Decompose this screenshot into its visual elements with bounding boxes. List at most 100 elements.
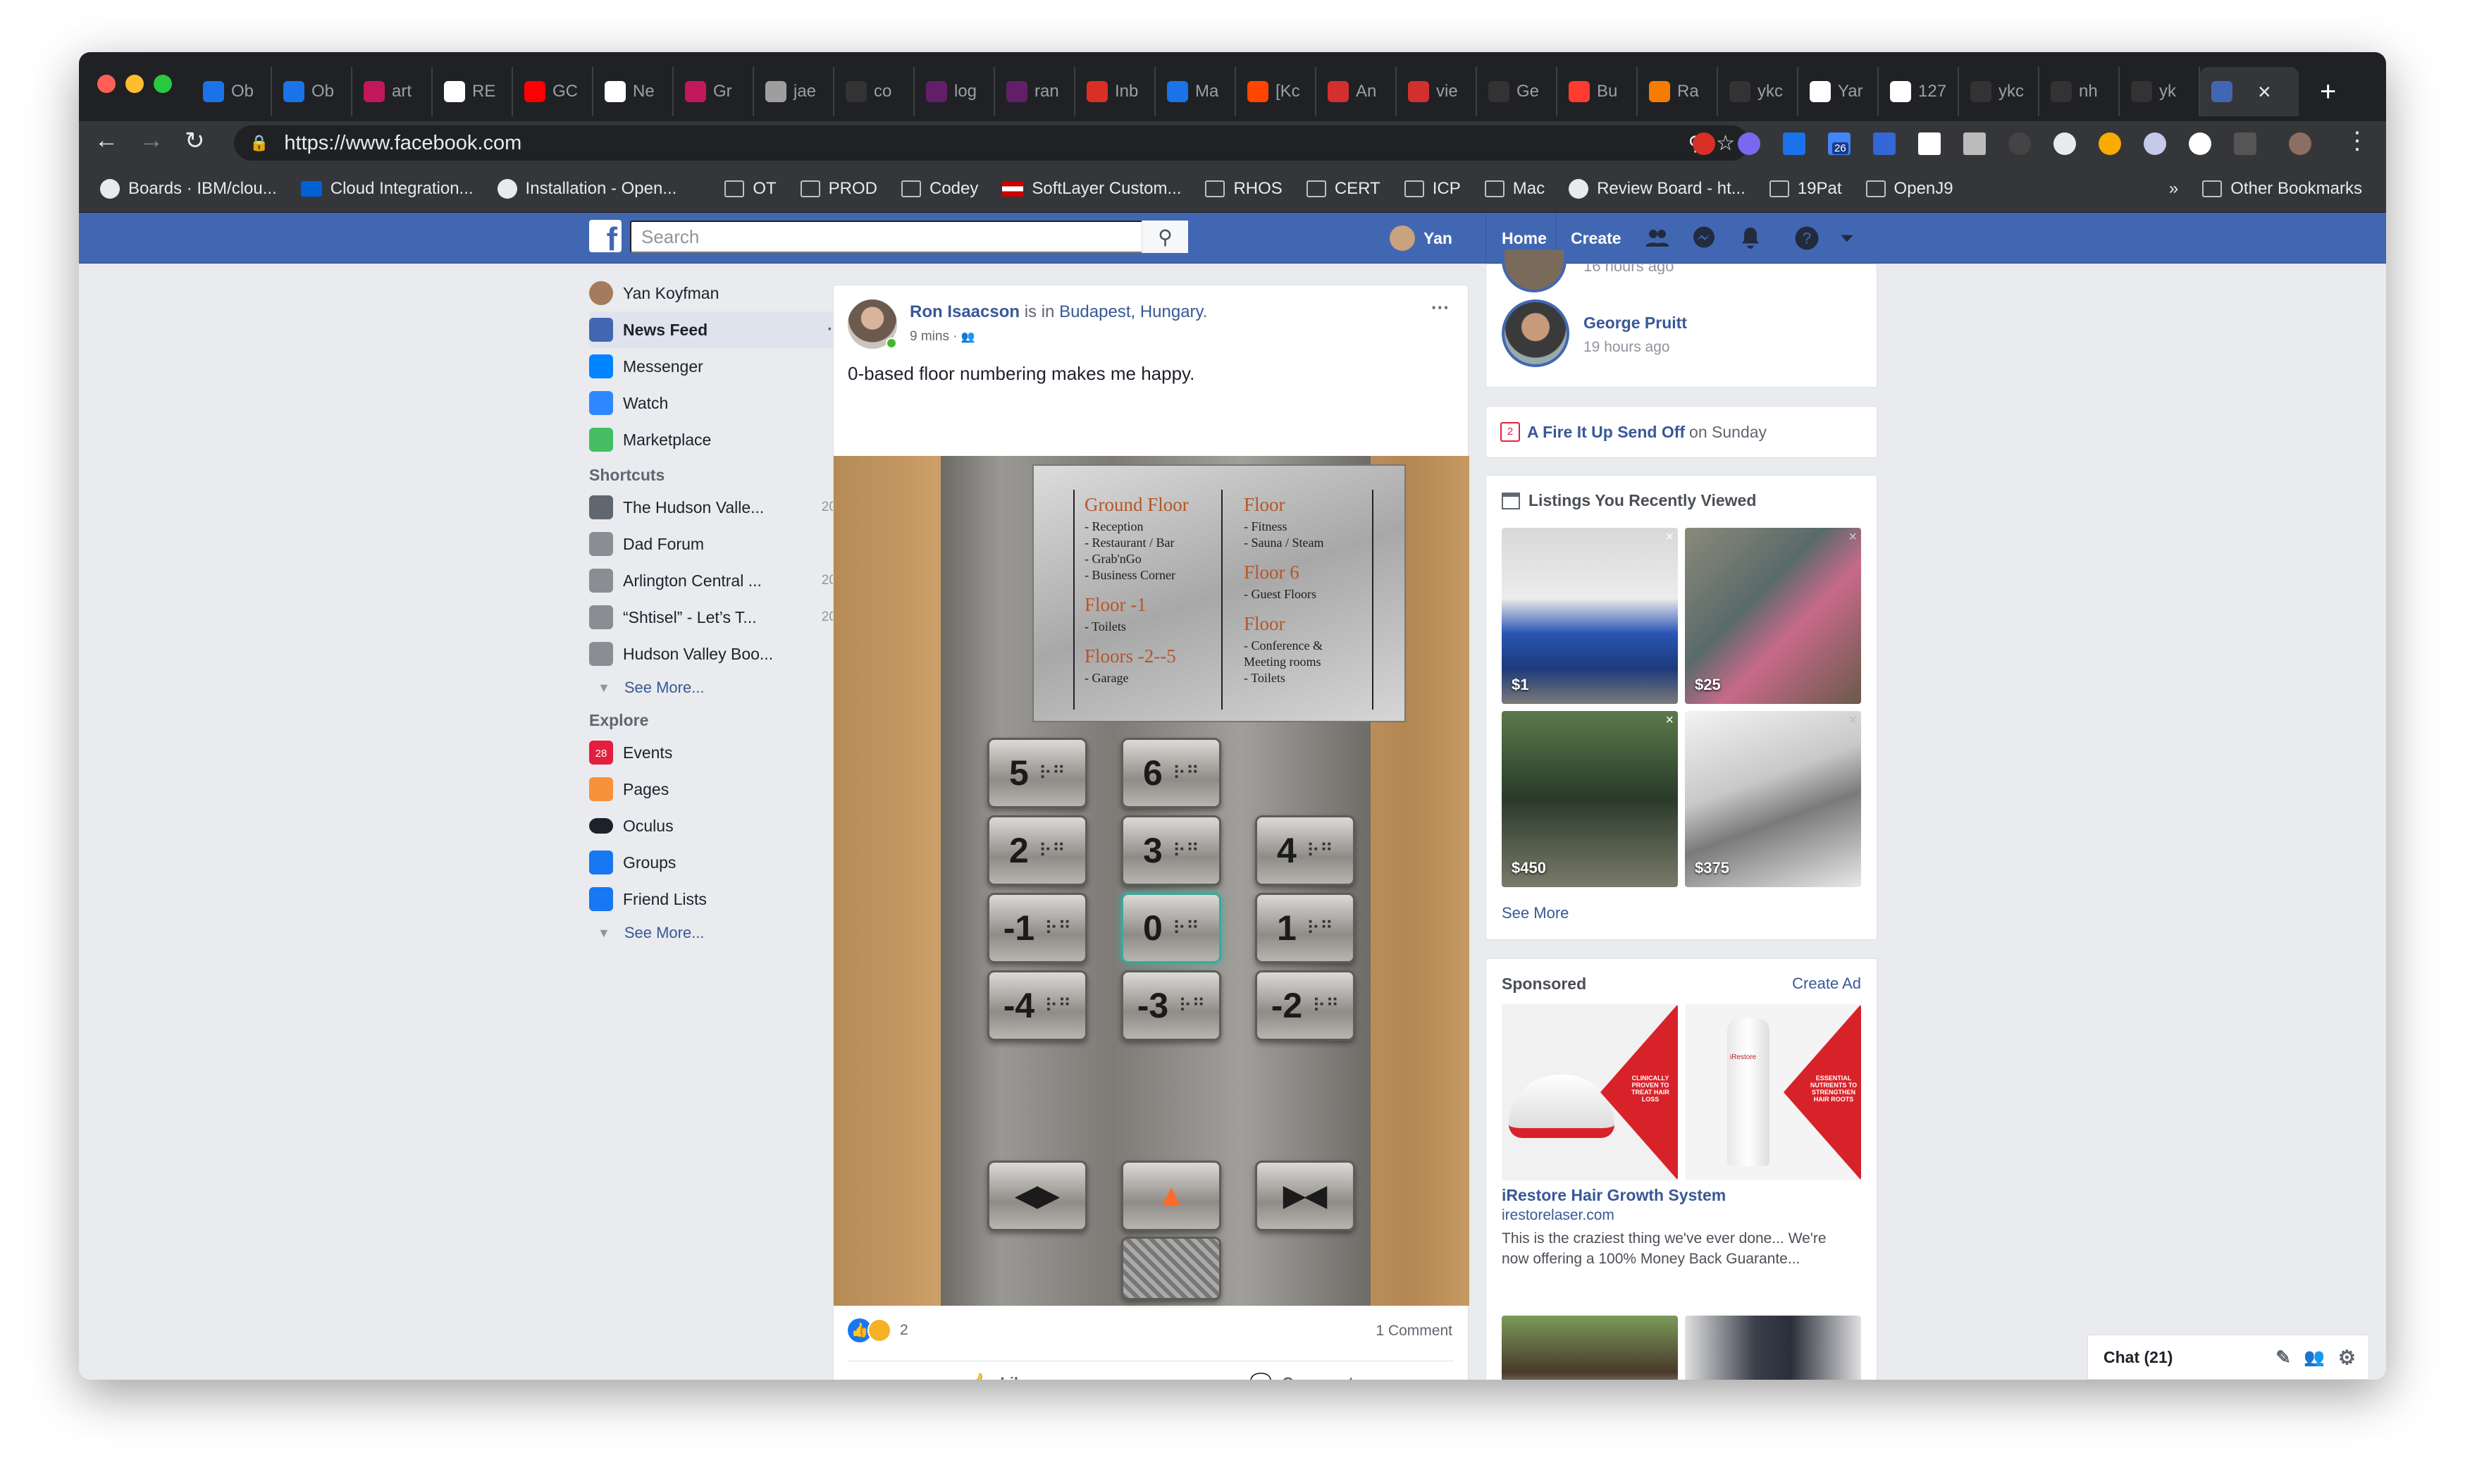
event-name[interactable]: A Fire It Up Send Off: [1527, 423, 1685, 442]
browser-tab[interactable]: Ge: [1477, 67, 1557, 116]
explore-see-more[interactable]: ▼ See More...: [589, 917, 850, 948]
gear-icon[interactable]: ⚙: [2338, 1346, 2356, 1369]
sidebar-item-messenger[interactable]: Messenger: [589, 348, 850, 385]
extension-icon[interactable]: [2189, 132, 2211, 155]
listing-tile[interactable]: $25 ×: [1685, 528, 1861, 704]
browser-tab[interactable]: 127: [1879, 67, 1959, 116]
url-text[interactable]: https://www.facebook.com: [284, 132, 521, 155]
post-place-link[interactable]: Budapest, Hungary: [1059, 302, 1203, 321]
search-icon[interactable]: ⚲: [1142, 221, 1188, 253]
browser-tab[interactable]: Ma: [1156, 67, 1236, 116]
friend-avatar[interactable]: [1502, 250, 1567, 292]
sidebar-item-oculus[interactable]: Oculus: [589, 808, 850, 844]
browser-tab[interactable]: ran: [995, 67, 1075, 116]
browser-tab[interactable]: Yar: [1798, 67, 1879, 116]
browser-tab[interactable]: An: [1316, 67, 1397, 116]
close-icon[interactable]: ×: [1665, 529, 1674, 545]
extension-icon[interactable]: [2234, 132, 2256, 155]
sidebar-item-shortcut[interactable]: Arlington Central ...20+: [589, 562, 850, 599]
event-card[interactable]: 2 A Fire It Up Send Off on Sunday: [1485, 406, 1877, 458]
bookmark-item[interactable]: Review Board - ht...: [1569, 178, 1746, 199]
browser-tab[interactable]: Bu: [1557, 67, 1638, 116]
friend-avatar[interactable]: [1502, 299, 1569, 367]
post-menu-icon[interactable]: ···: [1431, 297, 1450, 319]
ad-image[interactable]: iRestore ESSENTIAL NUTRIENTS TO STRENGTH…: [1685, 1004, 1861, 1180]
close-icon[interactable]: ×: [1665, 712, 1674, 729]
friend-requests-icon[interactable]: [1645, 225, 1670, 251]
comment-button[interactable]: 💬 Comment: [1249, 1372, 1354, 1380]
search-input[interactable]: [630, 221, 1188, 253]
notifications-icon[interactable]: [1738, 225, 1763, 251]
sidebar-item-news-feed[interactable]: News Feed···: [589, 311, 850, 348]
sidebar-item-shortcut[interactable]: The Hudson Valle...20+: [589, 489, 850, 526]
browser-tab[interactable]: GC: [513, 67, 593, 116]
bookmark-item[interactable]: PROD: [800, 179, 877, 199]
bookmark-star-icon[interactable]: ☆: [1716, 131, 1735, 156]
shortcuts-see-more[interactable]: ▼ See More...: [589, 672, 850, 703]
bookmark-item[interactable]: Codey: [901, 179, 978, 199]
extension-icon[interactable]: [1873, 132, 1896, 155]
close-window-button[interactable]: [97, 75, 116, 93]
ad-image[interactable]: [1685, 1316, 1861, 1380]
browser-tab[interactable]: Ne: [593, 67, 674, 116]
profile-avatar[interactable]: [2289, 132, 2311, 155]
listing-tile[interactable]: $450 ×: [1502, 711, 1678, 887]
sidebar-item-events[interactable]: 28Events2: [589, 734, 850, 771]
forward-icon[interactable]: →: [140, 127, 163, 154]
post-author-link[interactable]: Ron Isaacson: [910, 302, 1020, 321]
listings-see-more[interactable]: See More: [1502, 904, 1569, 922]
reload-icon[interactable]: ↻: [185, 127, 205, 155]
zoom-window-button[interactable]: [154, 75, 172, 93]
browser-tab[interactable]: nh: [2039, 67, 2120, 116]
ad-url[interactable]: irestorelaser.com: [1502, 1207, 1614, 1224]
bookmark-item[interactable]: ICP: [1404, 179, 1461, 199]
ad-image[interactable]: CLINICALLY PROVEN TO TREAT HAIR LOSS: [1502, 1004, 1678, 1180]
browser-tab[interactable]: ykc: [1959, 67, 2039, 116]
like-button[interactable]: 👍 Like: [968, 1372, 1031, 1380]
bookmark-item[interactable]: Mac: [1484, 179, 1545, 199]
bookmark-item[interactable]: Installation - Open...: [497, 178, 677, 199]
extension-icon[interactable]: [1693, 132, 1715, 155]
bookmark-item[interactable]: RHOS: [1205, 179, 1283, 199]
more-menu-icon[interactable]: ⋮: [2345, 127, 2369, 155]
compose-icon[interactable]: ✎: [2275, 1347, 2291, 1368]
bookmark-item[interactable]: SoftLayer Custom...: [1002, 179, 1181, 199]
minimize-window-button[interactable]: [125, 75, 144, 93]
extension-icon[interactable]: 26: [1828, 132, 1851, 155]
browser-tab[interactable]: [Kc: [1236, 67, 1316, 116]
post-time[interactable]: 9 mins ·: [910, 329, 958, 344]
account-menu-icon[interactable]: [1838, 225, 1856, 251]
browser-tab[interactable]: ykc: [1718, 67, 1798, 116]
browser-tab[interactable]: vie: [1397, 67, 1477, 116]
messenger-icon[interactable]: [1691, 225, 1717, 251]
ad-image[interactable]: [1502, 1316, 1678, 1380]
browser-tab[interactable]: yk: [2120, 67, 2200, 116]
browser-tab[interactable]: co: [834, 67, 915, 116]
bookmark-item[interactable]: 19Pat: [1769, 179, 1842, 199]
extension-icon[interactable]: [1783, 132, 1805, 155]
profile-nav[interactable]: Yan: [1390, 213, 1452, 264]
browser-tab[interactable]: jae: [754, 67, 834, 116]
create-ad-link[interactable]: Create Ad: [1792, 975, 1861, 993]
listing-tile[interactable]: $1 ×: [1502, 528, 1678, 704]
extension-icon[interactable]: [1918, 132, 1941, 155]
browser-tab[interactable]: Gr: [674, 67, 754, 116]
close-icon[interactable]: ×: [1848, 529, 1857, 545]
browser-tab[interactable]: art: [352, 67, 433, 116]
browser-tab[interactable]: Ob: [192, 67, 272, 116]
browser-tab-active[interactable]: ×: [2200, 67, 2299, 116]
bookmark-item[interactable]: Cloud Integration...: [300, 179, 474, 199]
browser-tab[interactable]: log: [915, 67, 995, 116]
listing-tile[interactable]: $375 ×: [1685, 711, 1861, 887]
extension-icon[interactable]: [2008, 132, 2031, 155]
close-tab-icon[interactable]: ×: [2258, 79, 2271, 105]
extension-icon[interactable]: [1963, 132, 1986, 155]
sidebar-item-shortcut[interactable]: Hudson Valley Boo...: [589, 636, 850, 672]
friend-name[interactable]: George Pruitt: [1583, 314, 1687, 333]
chat-bar[interactable]: Chat (21) ✎ 👥 ⚙: [2087, 1335, 2369, 1380]
extension-icon[interactable]: [2053, 132, 2076, 155]
sidebar-item-friend-lists[interactable]: Friend Lists: [589, 881, 850, 917]
back-icon[interactable]: ←: [94, 127, 118, 154]
close-icon[interactable]: ×: [1848, 712, 1857, 729]
comment-count[interactable]: 1 Comment: [1376, 1323, 1452, 1340]
